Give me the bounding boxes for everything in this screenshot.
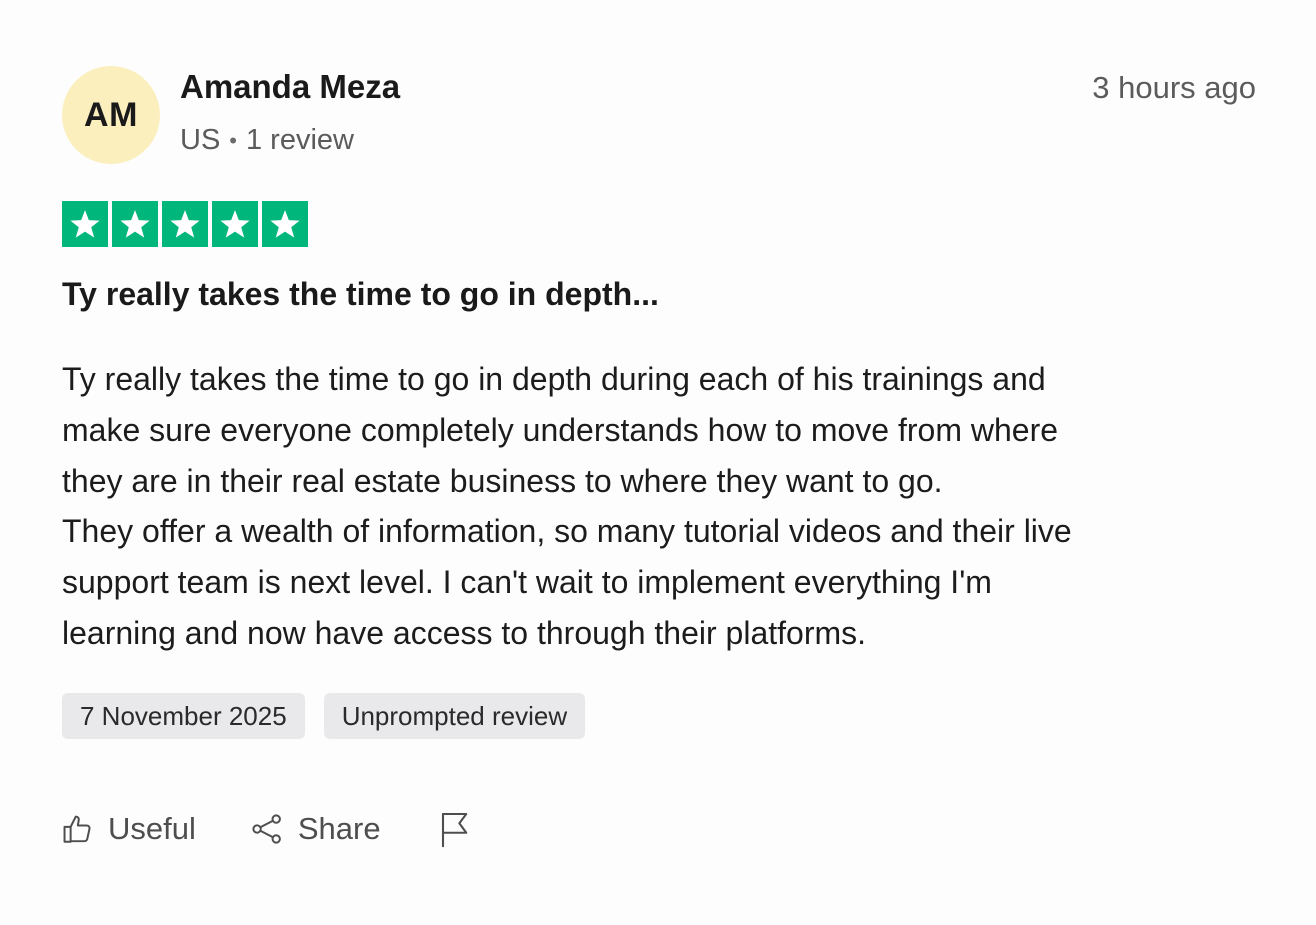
unprompted-review-badge[interactable]: Unprompted review <box>323 693 586 739</box>
review-body-line: support team is next level. I can't wait… <box>62 564 992 601</box>
share-icon <box>250 812 284 846</box>
review-body-line: learning and now have access to through … <box>62 614 867 651</box>
review-body-line: make sure everyone completely understand… <box>62 411 1059 448</box>
star-icon <box>62 201 108 247</box>
author-country: US <box>180 124 221 156</box>
review-header: AM Amanda Meza US • 1 review 3 hours ago <box>62 66 1256 166</box>
star-icon <box>262 201 308 247</box>
review-body: Ty really takes the time to go in depth … <box>62 354 1262 659</box>
review-body-line: they are in their real estate business t… <box>62 462 943 499</box>
star-rating <box>62 201 308 247</box>
meta-separator: • <box>229 127 237 153</box>
review-card: AM Amanda Meza US • 1 review 3 hours ago… <box>0 0 1316 925</box>
review-time-ago: 3 hours ago <box>1092 70 1256 105</box>
thumbs-up-icon <box>60 812 94 846</box>
star-icon <box>162 201 208 247</box>
useful-label: Useful <box>108 811 196 846</box>
author-name[interactable]: Amanda Meza <box>180 68 400 106</box>
avatar[interactable]: AM <box>62 66 160 164</box>
review-body-line: They offer a wealth of information, so m… <box>62 513 1072 550</box>
review-actions: Useful Share <box>60 806 473 852</box>
author-review-count: 1 review <box>246 124 354 156</box>
review-body-line: Ty really takes the time to go in depth … <box>62 361 1046 397</box>
flag-icon <box>437 810 473 848</box>
share-label: Share <box>297 811 381 846</box>
star-icon <box>212 201 258 247</box>
review-title[interactable]: Ty really takes the time to go in depth.… <box>62 276 659 313</box>
report-button[interactable] <box>437 810 473 848</box>
author-meta: US • 1 review <box>180 124 354 157</box>
useful-button[interactable]: Useful <box>60 811 196 847</box>
review-date-badge: 7 November 2025 <box>62 693 305 739</box>
review-tags: 7 November 2025 Unprompted review <box>62 693 586 739</box>
star-icon <box>112 201 158 247</box>
share-button[interactable]: Share <box>250 811 381 847</box>
